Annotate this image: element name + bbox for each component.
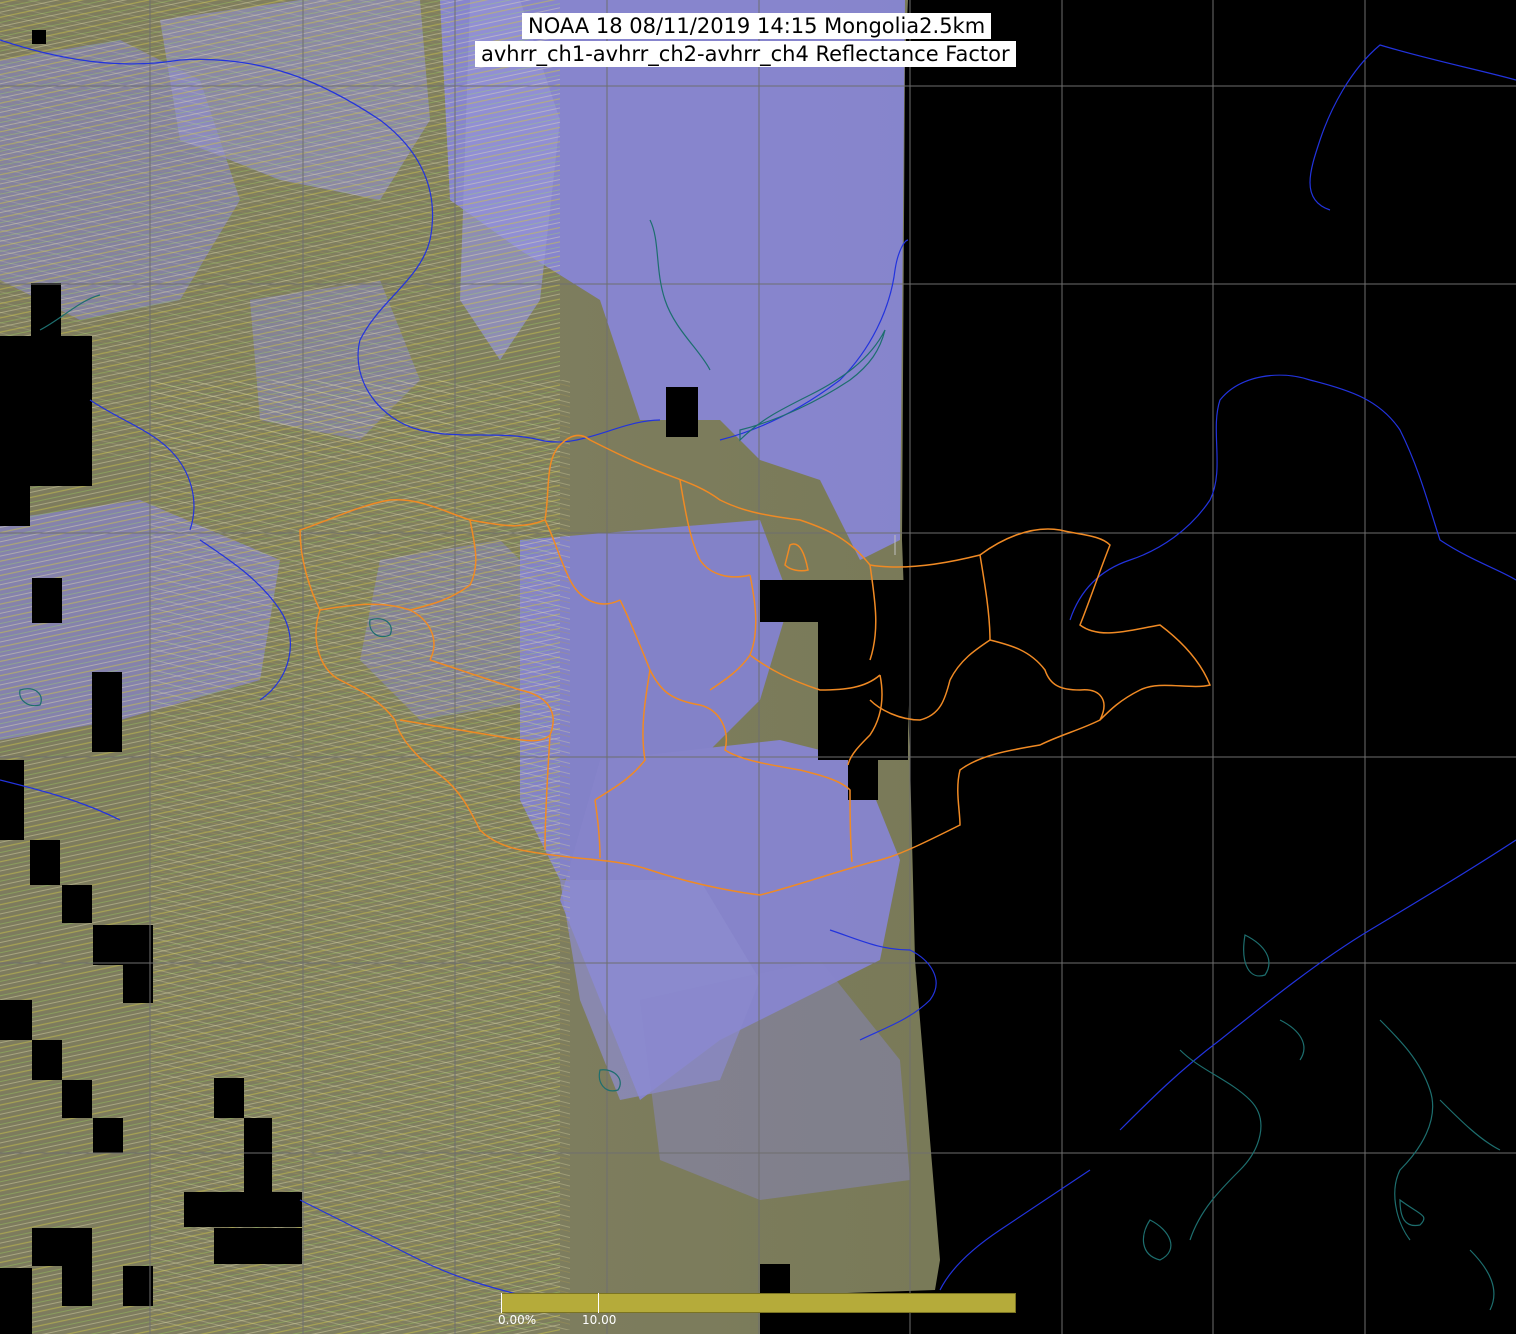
legend-tick-mid <box>598 1293 599 1313</box>
map-title-line-2: avhrr_ch1-avhrr_ch2-avhrr_ch4 Reflectanc… <box>475 41 1016 67</box>
satellite-swath <box>0 0 940 1334</box>
map-title-line-1: NOAA 18 08/11/2019 14:15 Mongolia2.5km <box>522 13 992 39</box>
legend-tick-min <box>501 1293 502 1313</box>
satellite-map <box>0 0 1516 1334</box>
legend-label-min: 0.00% <box>498 1313 537 1327</box>
swath-stripe-texture-2 <box>150 380 570 1330</box>
legend-label-mid: 10.00 <box>582 1313 617 1327</box>
reflectance-legend-bar <box>501 1293 1016 1313</box>
